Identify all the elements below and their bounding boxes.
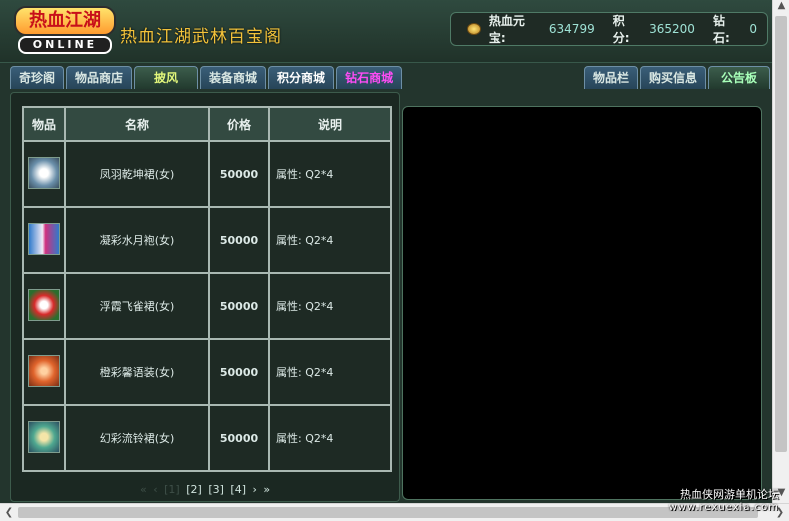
side-tabs: 物品栏 购买信息 公告板 [583, 66, 770, 89]
tab-cape[interactable]: 披风 [134, 66, 199, 89]
points-label: 积分: [612, 14, 630, 45]
item-desc: 属性: Q2*4 [268, 338, 392, 406]
tab-treasure[interactable]: 奇珍阁 [10, 66, 65, 89]
item-desc: 属性: Q2*4 [268, 404, 392, 472]
first-page-link: « [140, 483, 147, 496]
page-title: 热血江湖武林百宝阁 [120, 27, 282, 47]
table-row[interactable]: 浮霞飞雀裙(女) 50000 属性: Q2*4 [22, 272, 392, 340]
shop-tabs: 奇珍阁 物品商店 披风 装备商城 积分商城 钻石商城 [10, 66, 403, 90]
yuanbao-value: 634799 [548, 22, 595, 36]
item-image[interactable] [28, 420, 60, 453]
items-table: 物品 名称 价格 说明 凤羽乾坤裙(女) 50000 属性: Q2*4 凝彩水月… [22, 106, 392, 472]
bulletin-panel [402, 106, 762, 500]
item-image[interactable] [28, 288, 60, 321]
item-image[interactable] [28, 156, 60, 189]
table-header-row: 物品 名称 价格 说明 [22, 106, 392, 142]
item-cell [22, 140, 66, 208]
page-link-4[interactable]: [4] [230, 483, 246, 496]
yuanbao-label: 热血元宝: [488, 14, 525, 45]
points-value: 365200 [649, 22, 695, 36]
item-price: 50000 [208, 140, 270, 208]
watermark-url: www.rexuexia.com [668, 502, 779, 513]
tab-purchase-info[interactable]: 购买信息 [639, 66, 706, 89]
table-row[interactable]: 橙彩馨语装(女) 50000 属性: Q2*4 [22, 338, 392, 406]
shop-window: 热血江湖 ONLINE 热血江湖武林百宝阁 热血元宝: 634799 积分: 3… [0, 0, 773, 503]
col-item: 物品 [22, 106, 66, 142]
next-page-link[interactable]: › [253, 483, 257, 496]
item-name: 幻彩流铃裙(女) [64, 404, 210, 472]
scroll-up-icon[interactable]: ▲ [773, 0, 789, 16]
prev-page-link: ‹ [153, 483, 158, 496]
item-name: 橙彩馨语装(女) [64, 338, 210, 406]
item-desc: 属性: Q2*4 [268, 272, 392, 340]
vertical-scrollbar[interactable]: ▲ ▼ [772, 0, 789, 503]
page-link-3[interactable]: [3] [208, 483, 224, 496]
item-price: 50000 [208, 206, 270, 274]
item-name: 凝彩水月袍(女) [64, 206, 210, 274]
header-bar: 热血江湖 ONLINE 热血江湖武林百宝阁 热血元宝: 634799 积分: 3… [0, 0, 772, 63]
watermark-line1: 热血侠网游单机论坛 [680, 488, 779, 501]
page-link-2[interactable]: [2] [186, 483, 202, 496]
logo-top: 热血江湖 [14, 6, 116, 36]
table-row[interactable]: 凝彩水月袍(女) 50000 属性: Q2*4 [22, 206, 392, 274]
item-name: 凤羽乾坤裙(女) [64, 140, 210, 208]
item-cell [22, 272, 66, 340]
tab-equipment-mall[interactable]: 装备商城 [200, 66, 267, 89]
current-page: [1] [164, 483, 180, 496]
diamond-value: 0 [749, 22, 757, 36]
game-logo: 热血江湖 ONLINE [12, 6, 116, 54]
wallet-panel: 热血元宝: 634799 积分: 365200 钻石: 0 [450, 12, 768, 46]
item-cell [22, 404, 66, 472]
tab-item-shop[interactable]: 物品商店 [66, 66, 133, 89]
item-price: 50000 [208, 338, 270, 406]
diamond-label: 钻石: [712, 14, 730, 45]
col-desc: 说明 [268, 106, 392, 142]
scroll-thumb-h[interactable] [18, 507, 758, 518]
item-desc: 属性: Q2*4 [268, 206, 392, 274]
item-image[interactable] [28, 354, 60, 387]
tab-bulletin[interactable]: 公告板 [708, 66, 770, 89]
item-price: 50000 [208, 404, 270, 472]
scroll-left-icon[interactable]: ❮ [0, 504, 18, 521]
item-price: 50000 [208, 272, 270, 340]
item-name: 浮霞飞雀裙(女) [64, 272, 210, 340]
last-page-link[interactable]: » [263, 483, 270, 496]
col-name: 名称 [64, 106, 210, 142]
pagination: « ‹ [1] [2] [3] [4] › » [140, 483, 273, 496]
col-price: 价格 [208, 106, 270, 142]
item-image[interactable] [28, 222, 60, 255]
scroll-thumb[interactable] [775, 16, 787, 452]
tab-diamond-mall[interactable]: 钻石商城 [336, 66, 403, 89]
logo-bottom: ONLINE [18, 36, 112, 54]
item-desc: 属性: Q2*4 [268, 140, 392, 208]
table-row[interactable]: 幻彩流铃裙(女) 50000 属性: Q2*4 [22, 404, 392, 472]
forum-watermark: 热血侠网游单机论坛 www.rexuexia.com [649, 486, 779, 513]
item-cell [22, 338, 66, 406]
tab-inventory[interactable]: 物品栏 [583, 66, 638, 89]
tab-points-mall[interactable]: 积分商城 [268, 66, 335, 89]
table-row[interactable]: 凤羽乾坤裙(女) 50000 属性: Q2*4 [22, 140, 392, 208]
coin-icon [467, 23, 481, 35]
item-cell [22, 206, 66, 274]
